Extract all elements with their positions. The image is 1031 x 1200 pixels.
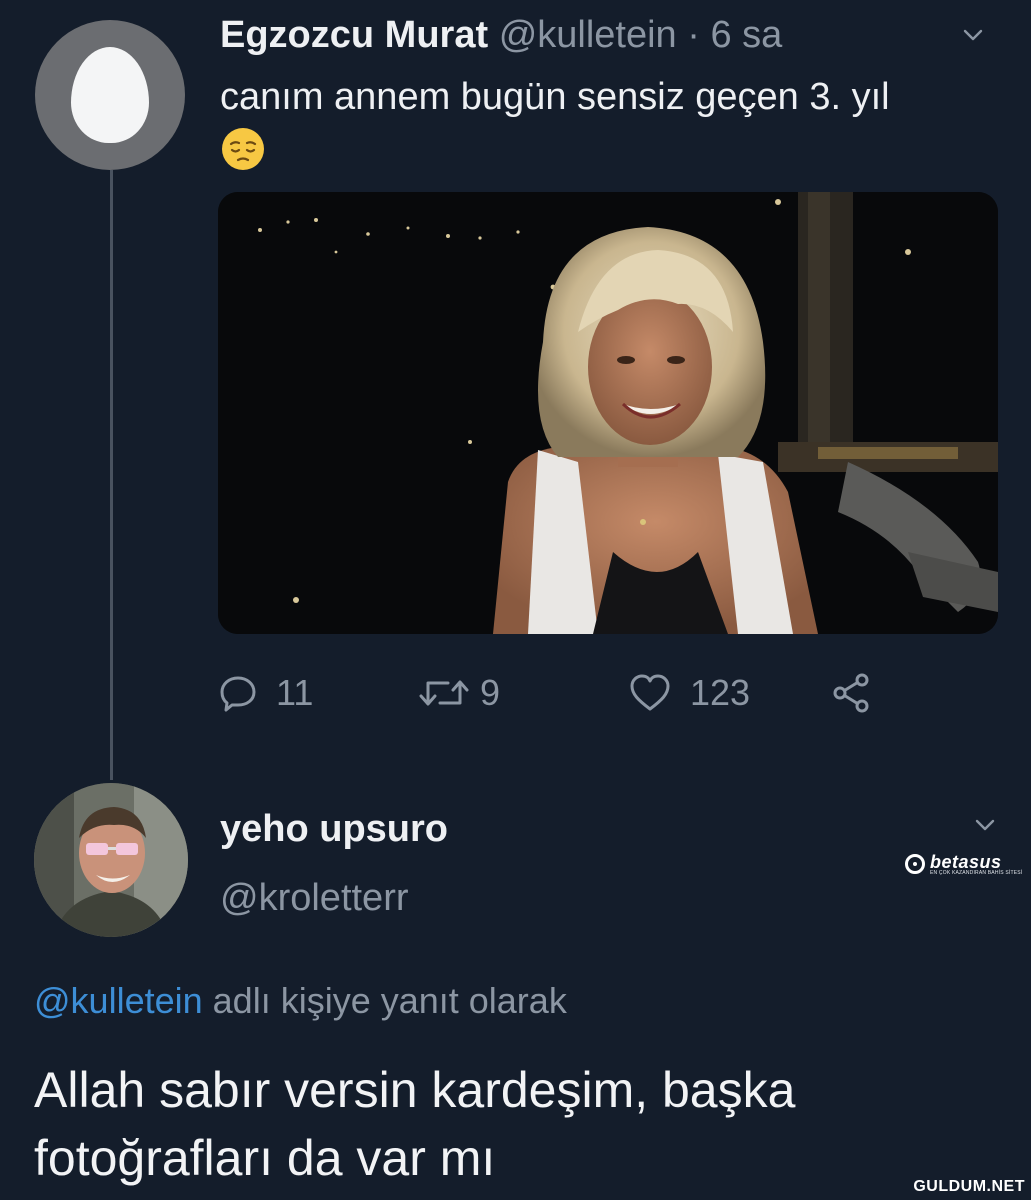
reply-to-suffix: adlı kişiye yanıt olarak: [212, 980, 567, 1021]
chevron-down-icon[interactable]: [974, 814, 996, 836]
tweet-text: canım annem bugün sensiz geçen 3. yıl: [220, 76, 890, 118]
chevron-down-icon[interactable]: [962, 24, 984, 46]
tweet-thread: Egzozcu Murat @kulletein · 6 sa canım an…: [0, 0, 1031, 1200]
author-handle[interactable]: @kulletein: [499, 14, 677, 56]
header-separator: ·: [687, 14, 700, 56]
tweet-timestamp[interactable]: 6 sa: [710, 14, 782, 56]
reply-author-handle[interactable]: @kroletterr: [220, 877, 409, 920]
share-action[interactable]: [830, 665, 874, 721]
tweet-photo[interactable]: [218, 192, 998, 634]
egg-icon: [71, 47, 149, 143]
tweet-action-bar: 11 9 123: [218, 665, 918, 721]
night-portrait-illustration: [218, 192, 998, 634]
reply-action[interactable]: 11: [218, 665, 313, 721]
reply-icon: [220, 676, 256, 712]
betasus-watermark: betasus EN ÇOK KAZANDIRAN BAHİS SİTESİ: [905, 846, 1023, 882]
share-icon: [833, 673, 869, 713]
default-egg-avatar[interactable]: [35, 20, 185, 170]
betasus-logo-icon: [905, 854, 925, 874]
like-count: 123: [690, 672, 751, 713]
retweet-action[interactable]: 9: [418, 665, 500, 721]
heart-icon: [630, 674, 670, 711]
author-name[interactable]: Egzozcu Murat: [220, 14, 488, 56]
betasus-tagline: EN ÇOK KAZANDIRAN BAHİS SİTESİ: [930, 869, 1023, 876]
reply-author-name[interactable]: yeho upsuro: [220, 808, 448, 851]
retweet-count: 9: [480, 672, 501, 713]
reply-count: 11: [276, 672, 314, 713]
like-action[interactable]: 123: [628, 665, 750, 721]
avatar-photo-illustration: [34, 783, 188, 937]
pensive-face-emoji-icon: [220, 126, 266, 172]
reply-to-mention[interactable]: @kulletein: [34, 980, 203, 1021]
reply-text: Allah sabır versin kardeşim, başka fotoğ…: [34, 1062, 796, 1186]
user-avatar[interactable]: [34, 783, 188, 937]
thread-connector-line: [110, 170, 113, 780]
guldum-watermark: GULDUM.NET: [913, 1178, 1025, 1195]
tweet-header: Egzozcu Murat @kulletein · 6 sa: [220, 14, 782, 57]
retweet-icon: [419, 680, 469, 706]
betasus-brand: betasus: [930, 851, 1002, 872]
replying-to-line: @kulletein adlı kişiye yanıt olarak: [34, 980, 567, 1022]
